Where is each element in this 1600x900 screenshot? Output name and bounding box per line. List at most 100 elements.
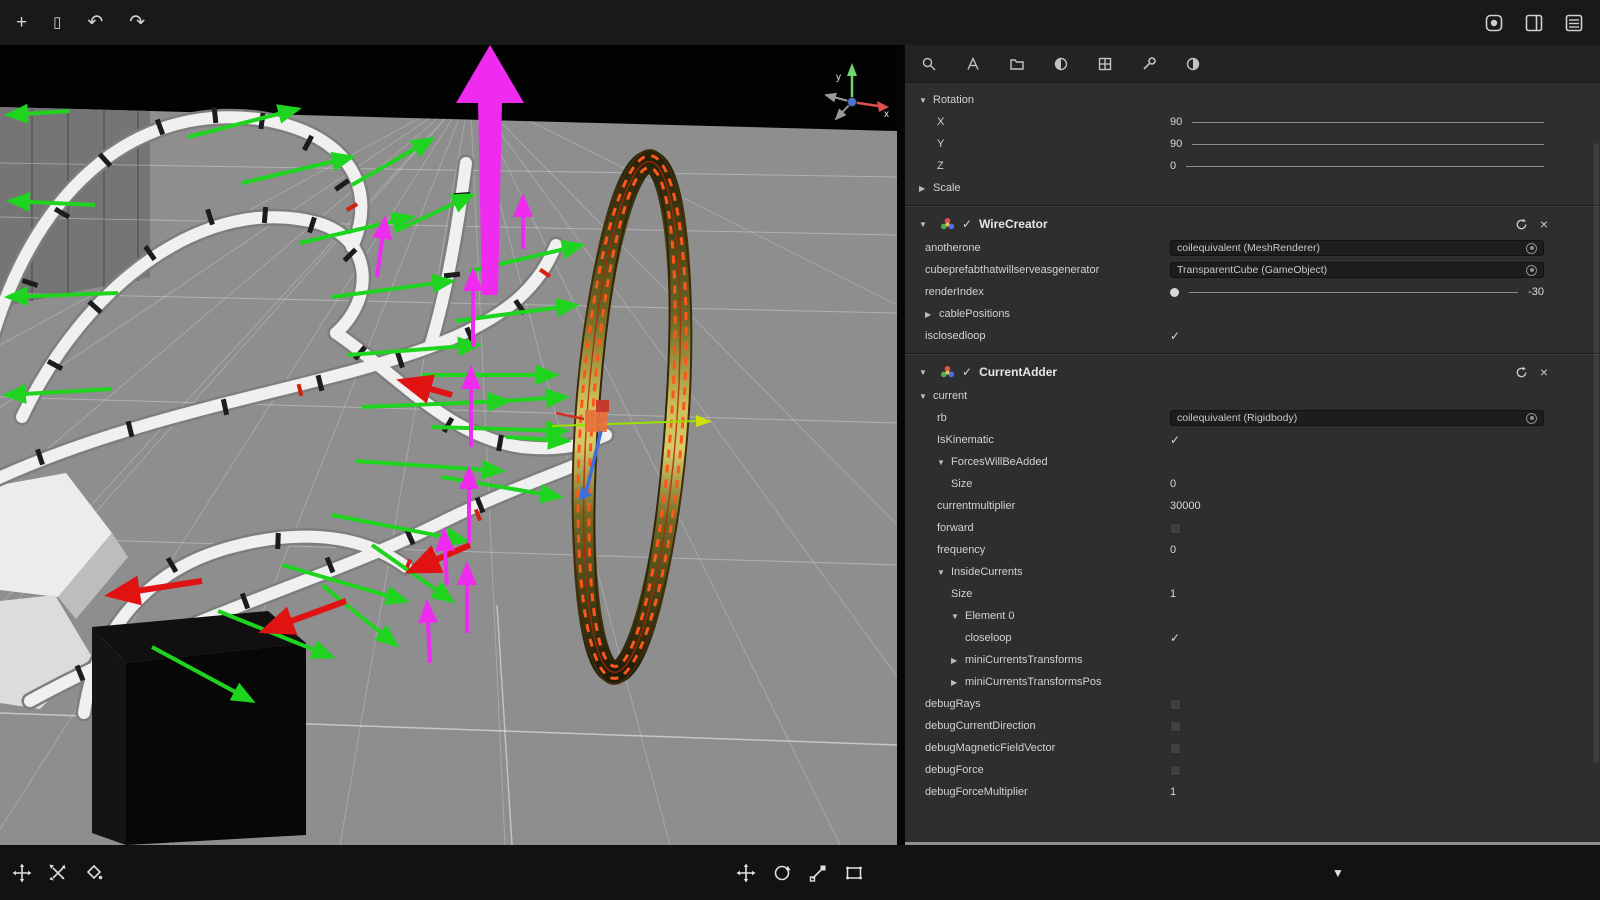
field-isclosedloop: isclosedloop ✓ [905,325,1600,347]
x-slider[interactable] [1192,122,1544,123]
foldout-open-icon[interactable]: ▼ [919,220,933,229]
scene-canvas[interactable]: y x [0,45,897,845]
rotate-tool-icon[interactable] [772,863,792,883]
renderindex-value[interactable]: -30 [1528,286,1544,298]
object-picker-icon[interactable] [1526,265,1537,276]
split-view-icon[interactable] [1524,13,1544,33]
checkbox-checked[interactable]: ✓ [1170,631,1180,645]
checkbox-unchecked[interactable] [1170,523,1181,534]
object-field[interactable]: TransparentCube (GameObject) [1170,262,1544,278]
field-closeloop: closeloop ✓ [905,627,1600,649]
field-label: IsKinematic [937,434,994,446]
frequency-value[interactable]: 0 [1170,544,1176,556]
layout-menu-icon[interactable] [1564,13,1584,33]
field-label: cubeprefabthatwillserveasgenerator [925,264,1099,276]
folder-icon[interactable] [1009,56,1025,72]
object-field[interactable]: coilequivalent (Rigidbody) [1170,410,1544,426]
field-cubeprefab: cubeprefabthatwillserveasgenerator Trans… [905,259,1600,281]
scale-foldout[interactable]: ▶ Scale [905,177,1600,199]
remove-component-icon[interactable]: × [1540,365,1548,379]
component-enabled-checkbox[interactable]: ✓ [962,217,972,231]
object-field-value: coilequivalent (MeshRenderer) [1177,242,1320,254]
rotation-y-row: Y 90 [905,133,1600,155]
letter-a-icon[interactable] [965,56,981,72]
scene-viewport[interactable]: y x [0,45,897,845]
reset-icon[interactable] [1515,366,1528,379]
component-name: WireCreator [979,217,1048,231]
component-name: CurrentAdder [979,365,1057,379]
slider-handle[interactable] [1170,288,1179,297]
rotation-foldout[interactable]: ▼ Rotation [905,89,1600,111]
record-icon[interactable] [1484,13,1504,33]
size-value[interactable]: 1 [1170,588,1176,600]
insidecurrents-foldout[interactable]: ▼ InsideCurrents [905,561,1600,583]
field-label: Size [951,478,972,490]
foldout-open-icon: ▼ [919,392,933,401]
checkbox-checked[interactable]: ✓ [1170,433,1180,447]
object-picker-icon[interactable] [1526,243,1537,254]
reset-icon[interactable] [1515,218,1528,231]
foldout-open-icon[interactable]: ▼ [919,368,933,377]
bottom-toolbar-tools [736,863,864,883]
grid-icon[interactable] [1097,56,1113,72]
move-tool-icon[interactable] [736,863,756,883]
y-slider[interactable] [1192,144,1544,145]
field-debugforce: debugForce [905,759,1600,781]
group-label: Element 0 [965,610,1015,622]
object-field-value: TransparentCube (GameObject) [1177,264,1327,276]
pan-icon[interactable] [12,863,32,883]
checkbox-unchecked[interactable] [1170,699,1181,710]
field-label: currentmultiplier [937,500,1015,512]
sphere-icon[interactable] [1053,56,1069,72]
remove-component-icon[interactable]: × [1540,217,1548,231]
field-label: Size [951,588,972,600]
forceswillbeadded-foldout[interactable]: ▼ ForcesWillBeAdded [905,451,1600,473]
device-icon[interactable]: ▯ [53,15,61,30]
scale-tool-icon[interactable] [808,863,828,883]
x-value[interactable]: 90 [1170,116,1182,128]
search-icon[interactable] [921,56,937,72]
field-debugforcemultiplier: debugForceMultiplier 1 [905,781,1600,803]
script-component-icon [940,365,955,380]
layer-dropdown-icon[interactable]: ▼ [1332,866,1344,880]
group-label: current [933,390,967,402]
undo-icon[interactable]: ↶ [87,13,103,32]
component-header-wirecreator[interactable]: ▼ ✓ WireCreator × [905,211,1600,237]
z-slider[interactable] [1186,166,1544,167]
field-label: debugCurrentDirection [925,720,1036,732]
cablepositions-foldout[interactable]: ▶ cablePositions [905,303,1600,325]
object-picker-icon[interactable] [1526,413,1537,424]
paint-bucket-icon[interactable] [84,863,104,883]
foldout-open-icon: ▼ [937,458,951,467]
component-enabled-checkbox[interactable]: ✓ [962,365,972,379]
renderindex-slider[interactable] [1189,292,1518,293]
rect-tool-icon[interactable] [844,863,864,883]
current-foldout[interactable]: ▼ current [905,385,1600,407]
currentmultiplier-value[interactable]: 30000 [1170,500,1201,512]
minicurrentstransformspos-foldout[interactable]: ▶ miniCurrentsTransformsPos [905,671,1600,693]
minicurrentstransforms-foldout[interactable]: ▶ miniCurrentsTransforms [905,649,1600,671]
field-forward: forward [905,517,1600,539]
redo-icon[interactable]: ↷ [129,13,145,32]
x-label: X [937,116,944,128]
expand-icon[interactable] [48,863,68,883]
field-currentmultiplier: currentmultiplier 30000 [905,495,1600,517]
checkbox-checked[interactable]: ✓ [1170,329,1180,343]
element0-foldout[interactable]: ▼ Element 0 [905,605,1600,627]
object-field[interactable]: coilequivalent (MeshRenderer) [1170,240,1544,256]
debugforcemultiplier-value[interactable]: 1 [1170,786,1176,798]
component-header-currentadder[interactable]: ▼ ✓ CurrentAdder × [905,359,1600,385]
axis-y-label: y [836,72,841,83]
checkbox-unchecked[interactable] [1170,743,1181,754]
add-icon[interactable]: + [16,13,27,32]
checkbox-unchecked[interactable] [1170,721,1181,732]
vertical-scrollbar[interactable] [1594,143,1599,763]
z-value[interactable]: 0 [1170,160,1176,172]
contrast-icon[interactable] [1185,56,1201,72]
checkbox-unchecked[interactable] [1170,765,1181,776]
y-value[interactable]: 90 [1170,138,1182,150]
wrench-icon[interactable] [1141,56,1157,72]
foldout-open-icon: ▼ [951,612,965,621]
bottom-toolbar-left [12,863,104,883]
size-value[interactable]: 0 [1170,478,1176,490]
